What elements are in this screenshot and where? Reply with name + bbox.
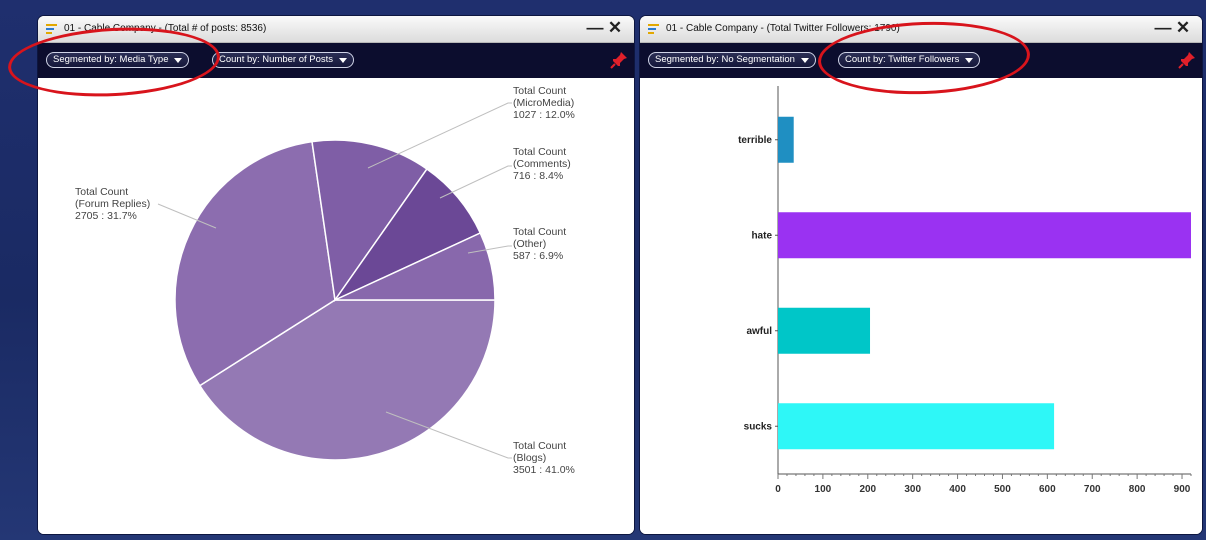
x-tick-label: 300 [904, 484, 921, 495]
pie-slice-label: Total Count (Comments) 716 : 8.4% [513, 146, 571, 182]
chevron-down-icon [339, 58, 348, 63]
pin-icon[interactable] [610, 51, 628, 69]
count-by-dropdown[interactable]: Count by: Twitter Followers [838, 52, 981, 68]
x-tick-label: 800 [1129, 484, 1146, 495]
bar-sucks[interactable] [778, 403, 1055, 450]
pie-slice-label: Total Count (Blogs) 3501 : 41.0% [513, 440, 575, 476]
chevron-down-icon [800, 58, 809, 63]
x-tick-label: 400 [949, 484, 966, 495]
window-titlebar[interactable]: 01 - Cable Company - (Total # of posts: … [38, 16, 634, 43]
pin-icon[interactable] [1178, 51, 1196, 69]
category-label: hate [751, 230, 772, 241]
leader-line [439, 165, 512, 199]
category-label: awful [746, 326, 772, 337]
list-icon [648, 24, 659, 34]
bar-chart-area: 0 100 200 300 400 500 600 700 800 900 terrible hate… [640, 78, 1202, 534]
bar-chart: 0 100 200 300 400 500 600 700 800 900 terrible hate… [738, 86, 1192, 495]
close-button[interactable]: ✕ [1174, 19, 1192, 37]
category-label: terrible [738, 135, 772, 146]
list-icon [46, 24, 57, 34]
window-title: 01 - Cable Company - (Total Twitter Foll… [666, 23, 900, 34]
bar-hate[interactable] [778, 212, 1191, 259]
chevron-down-icon [965, 58, 974, 63]
window-titlebar[interactable]: 01 - Cable Company - (Total Twitter Foll… [640, 16, 1202, 43]
x-tick-label: 100 [815, 484, 832, 495]
segmented-by-label: Segmented by: No Segmentation [655, 54, 795, 65]
bar-terrible[interactable] [778, 116, 794, 163]
x-tick-label: 600 [1039, 484, 1056, 495]
count-by-label: Count by: Number of Posts [219, 54, 334, 65]
x-tick-label: 0 [775, 484, 781, 495]
pie-chart-window: 01 - Cable Company - (Total # of posts: … [38, 16, 634, 534]
segmented-by-label: Segmented by: Media Type [53, 54, 169, 65]
category-label: sucks [744, 421, 773, 432]
minimize-button[interactable]: — [1154, 19, 1172, 37]
bar-awful[interactable] [778, 307, 871, 354]
count-by-dropdown[interactable]: Count by: Number of Posts [212, 52, 355, 68]
x-tick-label: 900 [1174, 484, 1191, 495]
pie-slice-label: Total Count (Other) 587 : 6.9% [513, 226, 567, 262]
x-tick-label: 200 [859, 484, 876, 495]
minimize-button[interactable]: — [586, 19, 604, 37]
chart-toolbar: Segmented by: Media Type Count by: Numbe… [38, 43, 634, 78]
bar-chart-window: 01 - Cable Company - (Total Twitter Foll… [640, 16, 1202, 534]
segmented-by-dropdown[interactable]: Segmented by: No Segmentation [648, 52, 816, 68]
chart-toolbar: Segmented by: No Segmentation Count by: … [640, 43, 1202, 78]
x-tick-label: 700 [1084, 484, 1101, 495]
segmented-by-dropdown[interactable]: Segmented by: Media Type [46, 52, 190, 68]
leader-line [367, 102, 512, 169]
x-tick-label: 500 [994, 484, 1011, 495]
pie-slice-label: Total Count (MicroMedia) 1027 : 12.0% [513, 85, 575, 121]
pie-chart-area: Total Count (Blogs) 3501 : 41.0% Total Co… [38, 78, 634, 534]
chevron-down-icon [174, 58, 183, 63]
count-by-label: Count by: Twitter Followers [845, 54, 960, 65]
close-button[interactable]: ✕ [606, 19, 624, 37]
pie-slice-label: Total Count (Forum Replies) 2705 : 31.7% [75, 186, 151, 222]
window-title: 01 - Cable Company - (Total # of posts: … [64, 23, 267, 34]
